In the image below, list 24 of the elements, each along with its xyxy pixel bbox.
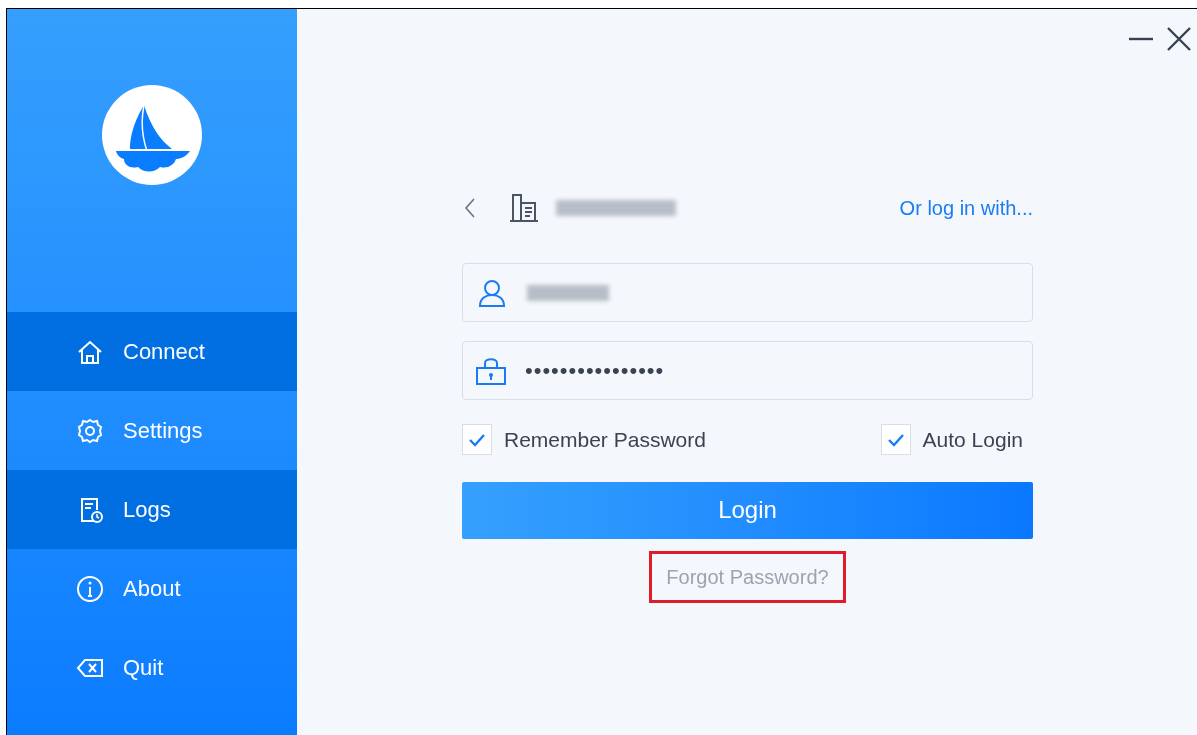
checkmark-icon: [886, 432, 905, 447]
lock-icon: [475, 355, 507, 386]
building-icon: [508, 193, 540, 223]
settings-icon: [75, 416, 105, 445]
close-icon[interactable]: [1165, 25, 1193, 53]
checkbox[interactable]: [462, 424, 492, 456]
alt-login-link[interactable]: Or log in with...: [899, 193, 1033, 223]
forgot-password-link[interactable]: Forgot Password?: [649, 550, 846, 603]
password-value: ••••••••••••••••: [525, 357, 665, 385]
back-chevron-icon[interactable]: [464, 197, 476, 219]
sidebar-item[interactable]: Quit: [7, 628, 297, 707]
checkbox-label: Auto Login: [922, 427, 1023, 453]
login-button[interactable]: Login: [462, 481, 1033, 539]
password-field[interactable]: ••••••••••••••••: [462, 341, 1033, 400]
sidebar-item[interactable]: About: [7, 549, 297, 628]
user-icon: [477, 277, 507, 308]
info-icon: [75, 574, 105, 603]
checkbox-label: Remember Password: [504, 427, 706, 453]
sidebar-item[interactable]: Connect: [7, 312, 297, 391]
sidebar-item[interactable]: Settings: [7, 391, 297, 470]
username-field[interactable]: [462, 263, 1033, 322]
checkbox[interactable]: [880, 424, 911, 456]
checkmark-icon: [468, 432, 486, 447]
sidebar-item[interactable]: Logs: [7, 470, 297, 549]
